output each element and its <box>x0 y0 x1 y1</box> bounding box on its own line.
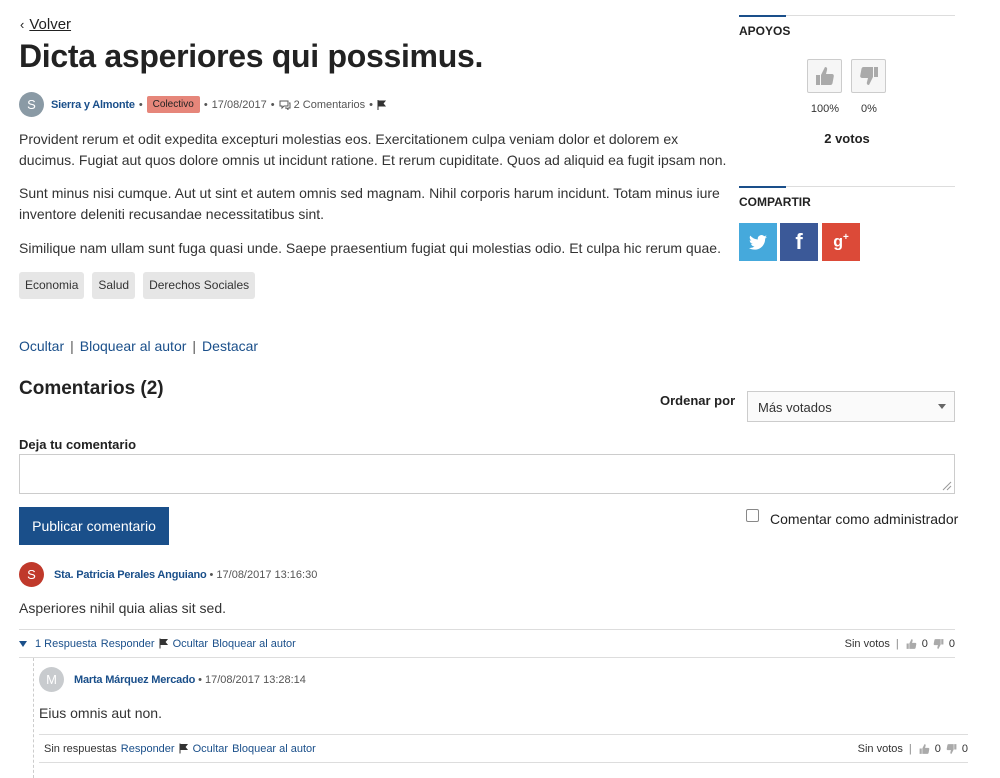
comment-as-admin-checkbox[interactable] <box>746 509 759 522</box>
comment-author-link[interactable]: Sta. Patricia Perales Anguiano <box>54 569 207 581</box>
hide-link[interactable]: Ocultar <box>19 338 64 354</box>
tag-salud[interactable]: Salud <box>92 272 136 299</box>
hide-comment-link[interactable]: Ocultar <box>193 743 228 755</box>
caret-down-icon <box>938 404 946 409</box>
avatar: S <box>19 562 44 587</box>
comments-icon <box>279 100 291 110</box>
vote-up-percent: 100% <box>810 103 840 115</box>
leave-comment-label: Deja tu comentario <box>19 437 137 452</box>
downvote-count: 0 <box>948 637 955 650</box>
comments-count-link[interactable]: 2 Comentarios <box>294 99 366 111</box>
comment-action-bar: Sin respuestas Responder Ocultar Bloquea… <box>39 734 968 763</box>
thread-line <box>33 658 34 778</box>
moderation-links: Ocultar | Bloquear al autor | Destacar <box>19 338 259 354</box>
chevron-left-icon: ‹ <box>20 17 25 32</box>
comment-date: 17/08/2017 13:16:30 <box>216 568 318 581</box>
facebook-share-button[interactable]: f <box>780 223 818 261</box>
block-author-link[interactable]: Bloquear al autor <box>212 638 296 650</box>
supports-title: APOYOS <box>739 24 791 38</box>
upvote-count: 0 <box>921 637 928 650</box>
vote-up-button[interactable] <box>807 59 842 93</box>
comment-action-bar: 1 Respuesta Responder Ocultar Bloquear a… <box>19 629 955 658</box>
feature-link[interactable]: Destacar <box>202 338 258 354</box>
comment-body: Eius omnis aut non. <box>39 705 162 721</box>
proposal-meta: S Sierra y Almonte • Colectivo • 17/08/2… <box>19 92 387 117</box>
flag-icon[interactable] <box>377 99 387 110</box>
proposal-paragraph: Similique nam ullam sunt fuga quasi unde… <box>19 240 721 256</box>
downvote-count: 0 <box>961 742 968 755</box>
vote-down-percent: 0% <box>861 103 877 115</box>
proposal-paragraph: Provident rerum et odit expedita exceptu… <box>19 131 727 168</box>
reply-link[interactable]: Responder <box>121 743 175 755</box>
thumbs-down-icon[interactable] <box>945 743 958 755</box>
block-author-link[interactable]: Bloquear al autor <box>232 743 316 755</box>
comment-body: Asperiores nihil quia alias sit sed. <box>19 600 226 616</box>
thumbs-up-icon[interactable] <box>918 743 931 755</box>
comment-date: 17/08/2017 13:28:14 <box>204 673 306 686</box>
share-section-header: COMPARTIR <box>739 186 955 209</box>
twitter-share-button[interactable] <box>739 223 777 261</box>
comment-as-admin-label[interactable]: Comentar como administrador <box>770 511 958 527</box>
thumbs-down-icon <box>859 67 878 85</box>
proposal-date: 17/08/2017 <box>211 98 267 111</box>
page-title: Dicta asperiores qui possimus. <box>19 38 484 74</box>
order-select[interactable]: Más votados <box>747 391 955 422</box>
reply-link[interactable]: Responder <box>101 638 155 650</box>
tag-list: Economia Salud Derechos Sociales <box>19 272 256 299</box>
vote-down-button[interactable] <box>851 59 886 93</box>
replies-toggle-link[interactable]: 1 Respuesta <box>35 638 97 650</box>
upvote-count: 0 <box>934 742 941 755</box>
collective-badge: Colectivo <box>146 96 200 113</box>
votes-total: 2 votos <box>824 131 870 146</box>
order-label: Ordenar por <box>660 393 736 408</box>
comment-header: S Sta. Patricia Perales Anguiano • 17/08… <box>19 562 317 587</box>
facebook-icon: f <box>795 229 803 254</box>
share-title: COMPARTIR <box>739 195 811 209</box>
twitter-icon <box>749 234 767 250</box>
flag-icon[interactable] <box>179 743 189 754</box>
no-replies-label: Sin respuestas <box>44 742 117 755</box>
thumbs-up-icon <box>815 67 834 85</box>
tag-derechos-sociales[interactable]: Derechos Sociales <box>143 272 256 299</box>
comment-textarea[interactable] <box>19 454 955 494</box>
resize-handle-icon[interactable] <box>942 481 952 491</box>
back-link[interactable]: ‹ Volver <box>20 16 71 33</box>
thumbs-down-icon[interactable] <box>932 638 945 650</box>
avatar: M <box>39 667 64 692</box>
avatar: S <box>19 92 44 117</box>
author-link[interactable]: Sierra y Almonte <box>51 99 135 111</box>
votes-label: Sin votos <box>844 637 890 650</box>
publish-comment-button[interactable]: Publicar comentario <box>19 507 169 545</box>
thumbs-up-icon[interactable] <box>905 638 918 650</box>
votes-label: Sin votos <box>857 742 903 755</box>
block-author-link[interactable]: Bloquear al autor <box>80 338 187 354</box>
comment-author-link[interactable]: Marta Márquez Mercado <box>74 674 195 686</box>
google-plus-icon: g+ <box>833 232 849 251</box>
collapse-toggle-icon[interactable] <box>19 640 27 647</box>
flag-icon[interactable] <box>159 638 169 649</box>
comment-header: M Marta Márquez Mercado • 17/08/2017 13:… <box>39 667 306 692</box>
google-plus-share-button[interactable]: g+ <box>822 223 860 261</box>
supports-section-header: APOYOS <box>739 15 955 38</box>
hide-comment-link[interactable]: Ocultar <box>173 638 208 650</box>
proposal-paragraph: Sunt minus nisi cumque. Aut ut sint et a… <box>19 185 720 222</box>
comments-title: Comentarios (2) <box>19 378 164 399</box>
tag-economia[interactable]: Economia <box>19 272 85 299</box>
